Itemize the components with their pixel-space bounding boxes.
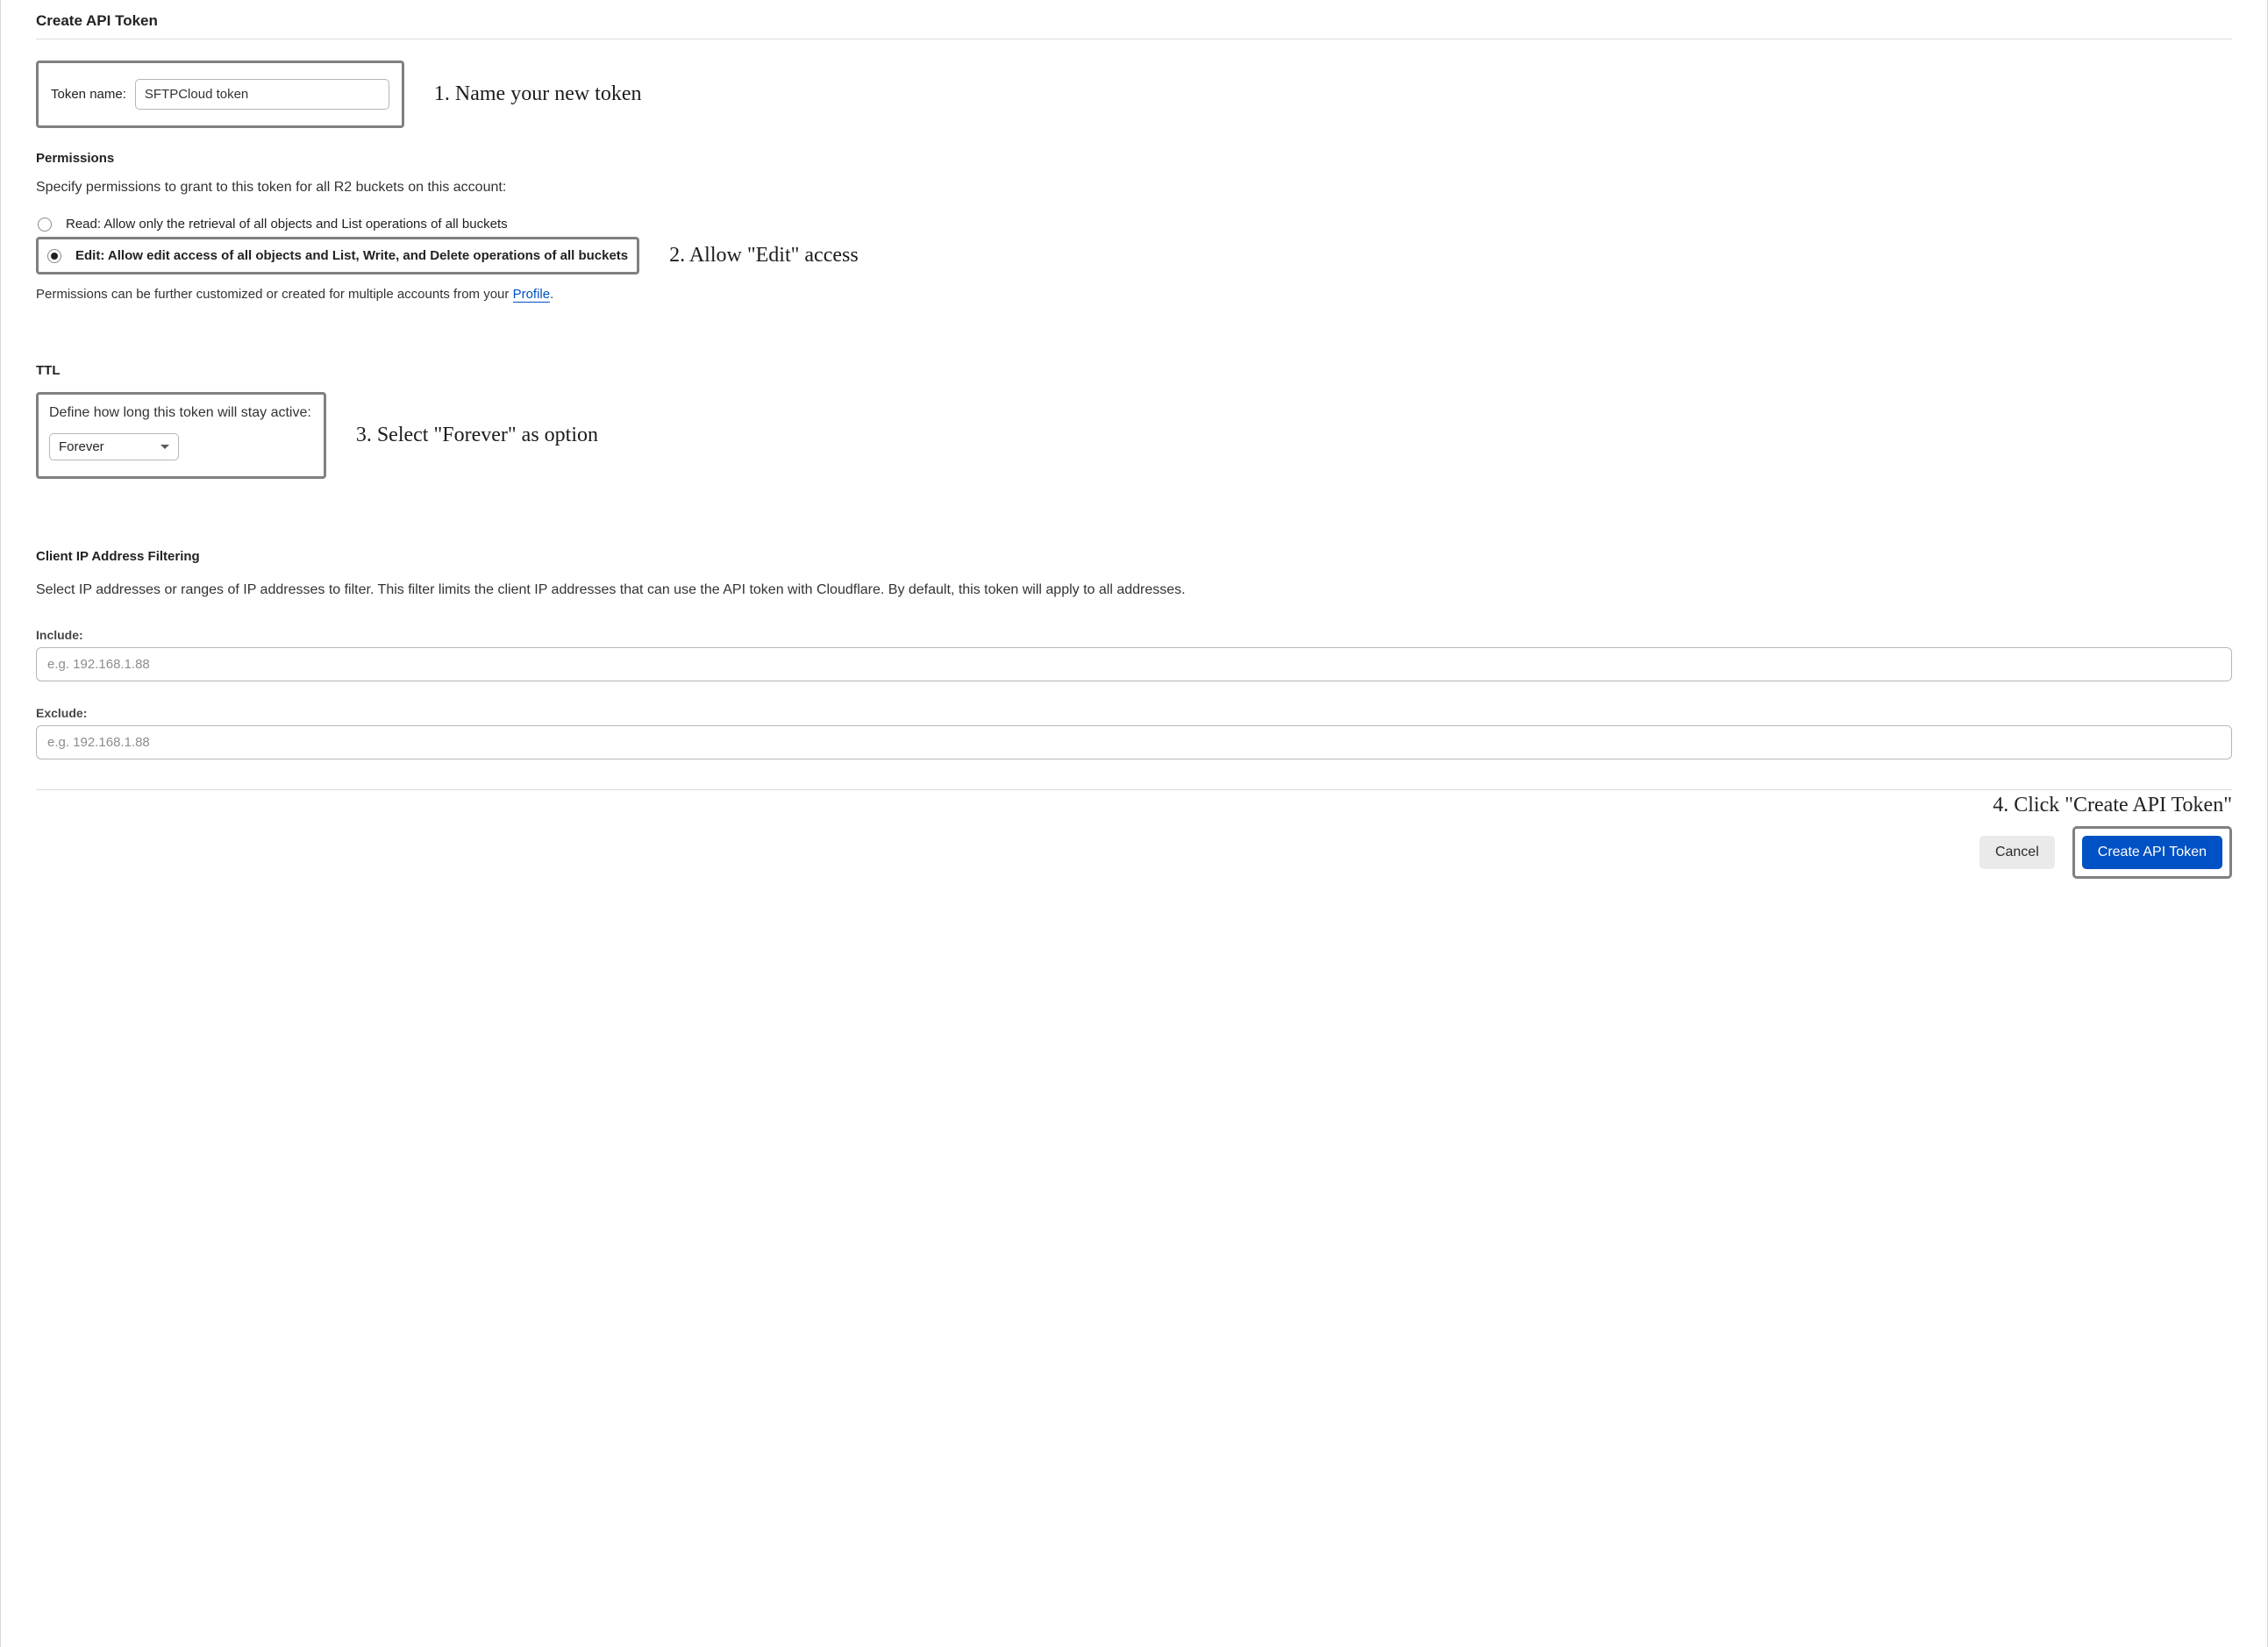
create-button-highlight: Create API Token — [2072, 826, 2232, 879]
create-api-token-button[interactable]: Create API Token — [2082, 836, 2222, 869]
annotation-step3: 3. Select "Forever" as option — [356, 423, 598, 448]
ip-include-label: Include: — [36, 628, 2232, 642]
caret-down-icon — [160, 445, 169, 449]
ttl-description: Define how long this token will stay act… — [49, 405, 311, 421]
permissions-heading: Permissions — [36, 151, 2232, 166]
permission-edit-label: Edit: Allow edit access of all objects a… — [75, 248, 628, 263]
permission-edit-highlight: Edit: Allow edit access of all objects a… — [36, 237, 639, 274]
permissions-description: Specify permissions to grant to this tok… — [36, 180, 2232, 196]
ip-filtering-description: Select IP addresses or ranges of IP addr… — [36, 578, 2232, 602]
ip-exclude-label: Exclude: — [36, 706, 2232, 720]
ip-filtering-heading: Client IP Address Filtering — [36, 549, 2232, 564]
token-name-input[interactable] — [135, 79, 389, 110]
permission-option-edit[interactable]: Edit: Allow edit access of all objects a… — [47, 245, 628, 267]
ip-include-input[interactable] — [36, 647, 2232, 681]
ttl-highlight: Define how long this token will stay act… — [36, 392, 326, 479]
profile-link[interactable]: Profile — [513, 287, 551, 303]
permissions-footnote: Permissions can be further customized or… — [36, 287, 2232, 302]
footer-divider — [36, 789, 2232, 790]
ttl-heading: TTL — [36, 363, 2232, 378]
annotation-step4: 4. Click "Create API Token" — [36, 794, 2232, 817]
token-name-label: Token name: — [51, 87, 126, 102]
cancel-button[interactable]: Cancel — [1979, 836, 2055, 869]
permission-read-label: Read: Allow only the retrieval of all ob… — [66, 217, 508, 232]
ttl-select[interactable]: Forever — [49, 433, 179, 460]
ttl-selected-value: Forever — [59, 439, 104, 454]
radio-unchecked-icon — [38, 217, 52, 232]
ip-exclude-input[interactable] — [36, 725, 2232, 759]
permission-option-read[interactable]: Read: Allow only the retrieval of all ob… — [36, 211, 2232, 237]
token-name-highlight: Token name: — [36, 61, 404, 128]
page-title: Create API Token — [36, 12, 2232, 39]
annotation-step1: 1. Name your new token — [434, 82, 642, 107]
radio-checked-icon — [47, 249, 61, 263]
annotation-step2: 2. Allow "Edit" access — [669, 243, 859, 268]
